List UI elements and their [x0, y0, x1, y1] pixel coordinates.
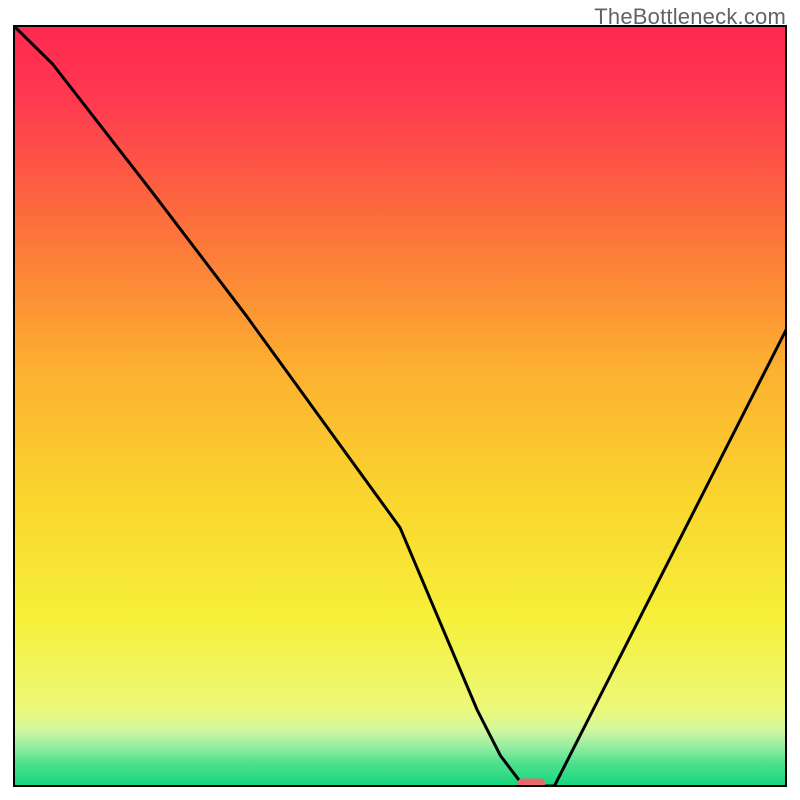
- chart-frame: TheBottleneck.com: [0, 0, 800, 800]
- chart-svg: [0, 0, 800, 800]
- optimal-marker: [517, 779, 545, 790]
- gradient-background: [14, 26, 786, 786]
